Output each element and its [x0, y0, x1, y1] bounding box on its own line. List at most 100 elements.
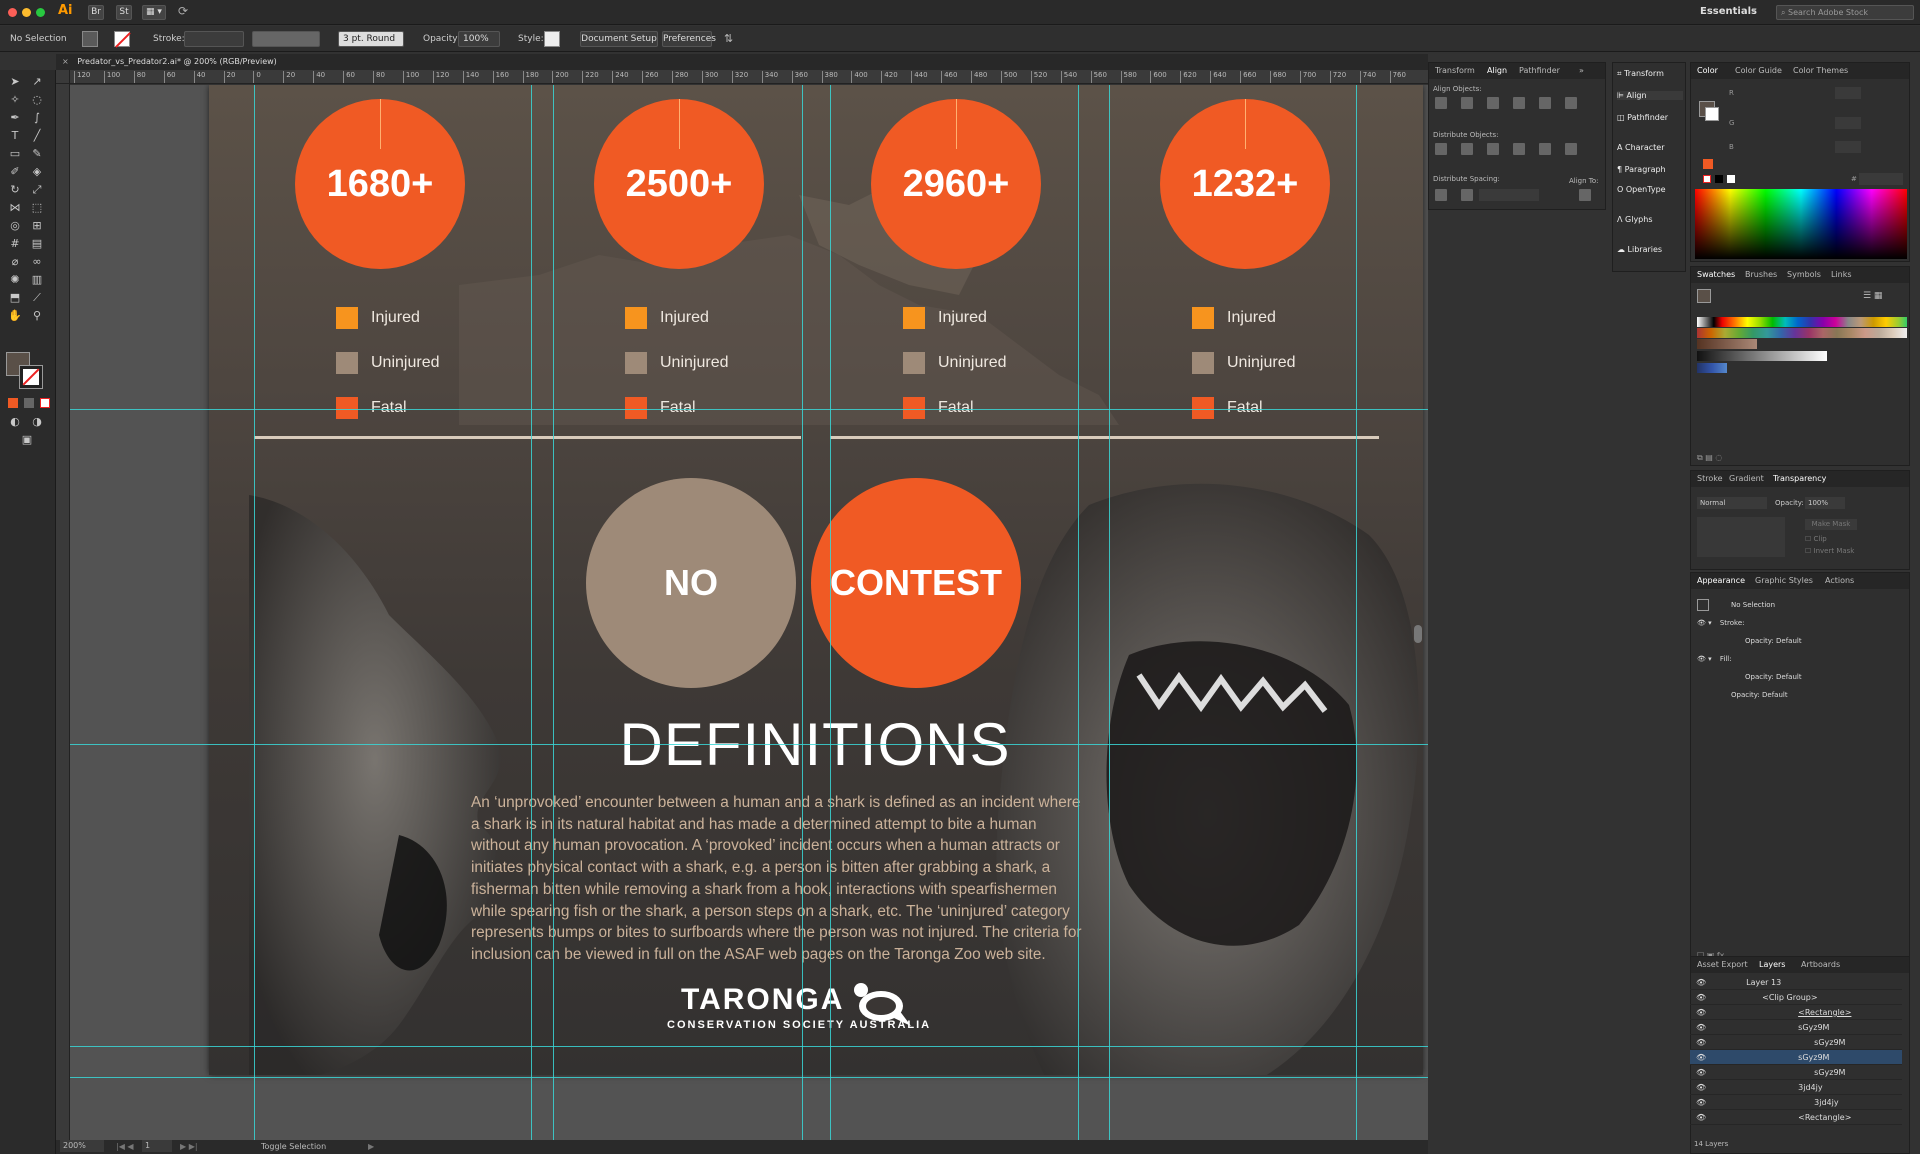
guide-line[interactable]: [531, 85, 532, 1140]
panel-collapse-icon[interactable]: »: [1579, 63, 1584, 79]
canvas-area[interactable]: 1680+ 2500+ 2960+ 1232+ Injured Uninjure…: [70, 85, 1428, 1140]
swatch-library-icon[interactable]: ⧉ ▤ ◌: [1697, 453, 1722, 463]
width-tool-icon[interactable]: ⋈: [8, 202, 22, 214]
arrange-icon[interactable]: ⇅: [724, 32, 733, 45]
list-view-icon[interactable]: ☰ ▦: [1863, 291, 1882, 301]
swatch-fill-preview[interactable]: [1697, 289, 1711, 303]
zoom-tool-icon[interactable]: ⚲: [30, 310, 44, 322]
artboard-number-field[interactable]: 1: [142, 1140, 172, 1152]
guide-line[interactable]: [1078, 85, 1079, 1140]
vertical-ruler[interactable]: [56, 84, 70, 1140]
distribute-middle-icon[interactable]: [1461, 143, 1473, 155]
clip-checkbox[interactable]: ☐ Clip: [1805, 535, 1827, 543]
visibility-eye-icon[interactable]: 👁: [1696, 1038, 1706, 1047]
tab-appearance[interactable]: Appearance: [1697, 573, 1745, 589]
blend-tool-icon[interactable]: ∞: [30, 256, 44, 268]
tab-pathfinder[interactable]: Pathfinder: [1519, 63, 1560, 79]
distribute-horizontal-space-icon[interactable]: [1461, 189, 1473, 201]
spacing-value-field[interactable]: [1479, 189, 1539, 201]
none-mode-icon[interactable]: [40, 398, 50, 408]
tab-color-themes[interactable]: Color Themes: [1793, 63, 1848, 79]
layer-row[interactable]: 👁 <Rectangle>: [1690, 1005, 1902, 1020]
preferences-button[interactable]: Preferences: [662, 31, 716, 47]
dock-item-libraries[interactable]: ☁ Libraries: [1617, 245, 1662, 254]
layer-row[interactable]: 👁 3jd4jy: [1690, 1095, 1902, 1110]
gpu-performance-icon[interactable]: ⟳: [178, 4, 188, 18]
artboard-next-icon[interactable]: ▶ ▶|: [180, 1140, 198, 1154]
color-spectrum[interactable]: [1695, 189, 1907, 259]
draw-normal-icon[interactable]: ◐: [8, 416, 22, 428]
status-menu-icon[interactable]: ▶: [368, 1140, 374, 1154]
tab-links[interactable]: Links: [1831, 267, 1852, 283]
paintbrush-tool-icon[interactable]: ✎: [30, 148, 44, 160]
tab-transparency[interactable]: Transparency: [1773, 471, 1826, 487]
horizontal-ruler[interactable]: 120 100 80 60 40 20 0 20 40 60 80 100 120 140 160 180 20…: [70, 70, 1428, 84]
brush-definition-select[interactable]: 3 pt. Round: [338, 31, 404, 47]
eyedropper-tool-icon[interactable]: ⌀: [8, 256, 22, 268]
close-window-icon[interactable]: [8, 8, 17, 17]
distribute-vertical-space-icon[interactable]: [1435, 189, 1447, 201]
type-tool-icon[interactable]: T: [8, 130, 22, 142]
swatch-row-3[interactable]: [1697, 339, 1757, 349]
gradient-mode-icon[interactable]: [24, 398, 34, 408]
swatch-row-grays[interactable]: [1697, 351, 1827, 361]
mesh-tool-icon[interactable]: #: [8, 238, 22, 250]
stock-search-input[interactable]: ⌕ Search Adobe Stock: [1776, 5, 1914, 20]
dock-item-transform[interactable]: ⌗ Transform: [1617, 69, 1664, 79]
tab-align[interactable]: Align: [1487, 63, 1507, 79]
dock-item-character[interactable]: A Character: [1617, 143, 1665, 152]
guide-line[interactable]: [70, 1077, 1428, 1078]
distribute-top-icon[interactable]: [1435, 143, 1447, 155]
appearance-opacity-row[interactable]: Opacity: Default: [1731, 691, 1788, 699]
hand-tool-icon[interactable]: ✋: [8, 310, 22, 322]
document-setup-button[interactable]: Document Setup: [580, 31, 658, 47]
guide-line[interactable]: [553, 85, 554, 1140]
tab-artboards[interactable]: Artboards: [1801, 957, 1840, 973]
layer-row[interactable]: 👁 sGyz9M: [1690, 1020, 1902, 1035]
layer-row[interactable]: 👁 sGyz9M: [1690, 1065, 1902, 1080]
tab-brushes[interactable]: Brushes: [1745, 267, 1777, 283]
guide-line[interactable]: [802, 85, 803, 1140]
tab-layers[interactable]: Layers: [1759, 957, 1785, 973]
tab-swatches[interactable]: Swatches: [1697, 267, 1735, 283]
color-mode-icon[interactable]: [8, 398, 18, 408]
align-to-select-icon[interactable]: [1579, 189, 1591, 201]
stock-button[interactable]: St: [116, 5, 132, 20]
variable-width-profile[interactable]: [252, 31, 320, 47]
hex-field[interactable]: [1859, 173, 1903, 185]
guide-line[interactable]: [70, 409, 1428, 410]
layer-row-selected[interactable]: 👁 sGyz9M: [1690, 1050, 1902, 1065]
blend-mode-select[interactable]: Normal: [1697, 497, 1767, 509]
visibility-eye-icon[interactable]: 👁: [1696, 993, 1706, 1002]
white-swatch[interactable]: [1727, 175, 1735, 183]
magic-wand-tool-icon[interactable]: ✧: [8, 94, 22, 106]
gradient-tool-icon[interactable]: ▤: [30, 238, 44, 250]
rectangle-tool-icon[interactable]: ▭: [8, 148, 22, 160]
visibility-eye-icon[interactable]: 👁: [1696, 1083, 1706, 1092]
pen-tool-icon[interactable]: ✒: [8, 112, 22, 124]
tab-gradient[interactable]: Gradient: [1729, 471, 1764, 487]
column-graph-tool-icon[interactable]: ▥: [30, 274, 44, 286]
stroke-swatch[interactable]: [114, 31, 131, 48]
artboard[interactable]: 1680+ 2500+ 2960+ 1232+ Injured Uninjure…: [209, 85, 1423, 1075]
swatch-row-blues[interactable]: [1697, 363, 1727, 373]
guide-line[interactable]: [830, 85, 831, 1140]
swatch-row-1[interactable]: [1697, 317, 1907, 327]
zoom-select[interactable]: 200%: [60, 1140, 104, 1152]
dock-item-pathfinder[interactable]: ◫ Pathfinder: [1617, 113, 1668, 122]
distribute-left-icon[interactable]: [1513, 143, 1525, 155]
appearance-fill-row[interactable]: 👁 ▾ Fill:: [1697, 655, 1897, 663]
align-right-icon[interactable]: [1487, 97, 1499, 109]
opacity-field[interactable]: 100%: [458, 31, 500, 47]
shaper-tool-icon[interactable]: ✐: [8, 166, 22, 178]
visibility-eye-icon[interactable]: 👁: [1696, 978, 1706, 987]
layer-row[interactable]: 👁 <Clip Group>: [1690, 990, 1902, 1005]
align-top-icon[interactable]: [1513, 97, 1525, 109]
artboard-nav-icon[interactable]: |◀ ◀: [116, 1140, 134, 1154]
workspace-switcher[interactable]: Essentials: [1700, 6, 1757, 17]
distribute-center-icon[interactable]: [1539, 143, 1551, 155]
vertical-scroll-thumb[interactable]: [1414, 625, 1422, 643]
layer-row[interactable]: 👁 sGyz9M: [1690, 1035, 1902, 1050]
minimize-window-icon[interactable]: [22, 8, 31, 17]
distribute-bottom-icon[interactable]: [1487, 143, 1499, 155]
